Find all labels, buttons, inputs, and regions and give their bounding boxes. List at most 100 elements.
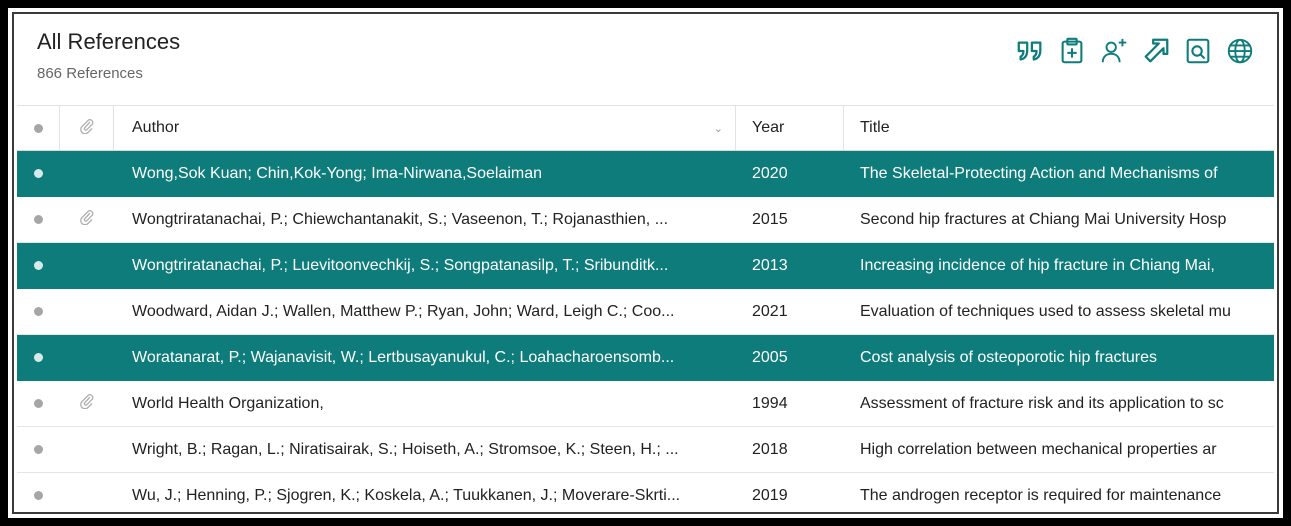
title-column-header[interactable]: Title [843,106,1274,150]
title-cell: The Skeletal-Protecting Action and Mecha… [843,151,1274,196]
author-cell: World Health Organization, [113,381,735,426]
find-pdf-icon[interactable] [1182,35,1214,67]
author-column-header[interactable]: Author ⌄ [113,106,735,150]
author-cell: Woratanarat, P.; Wajanavisit, W.; Lertbu… [113,335,735,380]
title-cell: Assessment of fracture risk and its appl… [843,381,1274,426]
year-text: 2005 [752,348,788,366]
year-cell: 2020 [735,151,843,196]
references-table: Author ⌄ Year Title Wong,Sok Kuan; Chin,… [17,105,1274,509]
share-arrow-icon[interactable] [1140,35,1172,67]
status-dot-icon [33,399,43,408]
read-status-cell [17,427,59,472]
title-cell: Evaluation of techniques used to assess … [843,289,1274,334]
toolbar [1014,35,1256,67]
author-cell: Woodward, Aidan J.; Wallen, Matthew P.; … [113,289,735,334]
author-cell: Wu, J.; Henning, P.; Sjogren, K.; Koskel… [113,473,735,509]
title-text: Cost analysis of osteoporotic hip fractu… [860,348,1158,366]
attachment-cell [59,381,113,426]
year-cell: 2018 [735,427,843,472]
year-text: 2019 [752,486,788,504]
table-header: Author ⌄ Year Title [17,105,1274,151]
attachment-column[interactable] [59,106,113,150]
attachment-cell [59,335,113,380]
status-dot-icon [33,353,43,362]
window-frame: All References 866 References Author ⌄ Y… [8,8,1283,518]
year-cell: 1994 [735,381,843,426]
read-status-cell [17,197,59,242]
title-text: The androgen receptor is required for ma… [860,486,1222,504]
attachment-cell [59,197,113,242]
title-cell: Second hip fractures at Chiang Mai Unive… [843,197,1274,242]
year-text: 2013 [752,256,788,274]
author-text: Wu, J.; Henning, P.; Sjogren, K.; Koskel… [132,486,681,504]
year-cell: 2013 [735,243,843,288]
read-status-cell [17,289,59,334]
reference-count: 866 References [37,65,143,82]
attachment-cell [59,473,113,509]
online-search-icon[interactable] [1224,35,1256,67]
panel-header: All References 866 References [17,17,1274,101]
read-status-cell [17,151,59,196]
read-status-column[interactable] [17,106,59,150]
table-row[interactable]: World Health Organization, 1994 Assessme… [17,381,1274,427]
chevron-down-icon[interactable]: ⌄ [714,122,723,135]
read-status-cell [17,473,59,509]
status-dot-icon [33,307,43,316]
table-row[interactable]: Wongtriratanachai, P.; Chiewchantanakit,… [17,197,1274,243]
year-cell: 2005 [735,335,843,380]
page-title: All References [37,29,181,54]
status-dot-icon [33,123,43,133]
paperclip-icon [79,118,95,139]
title-text: Increasing incidence of hip fracture in … [860,256,1215,274]
read-status-cell [17,243,59,288]
title-cell: Cost analysis of osteoporotic hip fractu… [843,335,1274,380]
author-text: Woratanarat, P.; Wajanavisit, W.; Lertbu… [132,348,675,366]
table-row[interactable]: Wu, J.; Henning, P.; Sjogren, K.; Koskel… [17,473,1274,509]
year-column-header[interactable]: Year [735,106,843,150]
table-row[interactable]: Wong,Sok Kuan; Chin,Kok-Yong; Ima-Nirwan… [17,151,1274,197]
references-panel: All References 866 References Author ⌄ Y… [17,17,1274,509]
status-dot-icon [33,491,43,500]
table-row[interactable]: Wright, B.; Ragan, L.; Niratisairak, S.;… [17,427,1274,473]
title-text: Evaluation of techniques used to assess … [860,302,1231,320]
author-header-label: Author [132,119,180,136]
author-text: Woodward, Aidan J.; Wallen, Matthew P.; … [132,302,675,320]
author-cell: Wong,Sok Kuan; Chin,Kok-Yong; Ima-Nirwan… [113,151,735,196]
title-header-label: Title [860,119,890,136]
year-text: 1994 [752,394,788,412]
table-row[interactable]: Woodward, Aidan J.; Wallen, Matthew P.; … [17,289,1274,335]
author-cell: Wright, B.; Ragan, L.; Niratisairak, S.;… [113,427,735,472]
author-text: World Health Organization, [132,394,324,412]
paperclip-icon[interactable] [79,393,95,414]
status-dot-icon [33,215,43,224]
title-cell: Increasing incidence of hip fracture in … [843,243,1274,288]
table-row[interactable]: Woratanarat, P.; Wajanavisit, W.; Lertbu… [17,335,1274,381]
year-cell: 2015 [735,197,843,242]
table-row[interactable]: Wongtriratanachai, P.; Luevitoonvechkij,… [17,243,1274,289]
title-cell: The androgen receptor is required for ma… [843,473,1274,509]
title-text: High correlation between mechanical prop… [860,440,1217,458]
title-text: The Skeletal-Protecting Action and Mecha… [860,164,1218,182]
author-text: Wong,Sok Kuan; Chin,Kok-Yong; Ima-Nirwan… [132,164,542,182]
author-text: Wright, B.; Ragan, L.; Niratisairak, S.;… [132,440,679,458]
title-cell: High correlation between mechanical prop… [843,427,1274,472]
read-status-cell [17,335,59,380]
year-text: 2018 [752,440,788,458]
attachment-cell [59,289,113,334]
year-cell: 2019 [735,473,843,509]
status-dot-icon [33,261,43,270]
year-text: 2020 [752,164,788,182]
attachment-cell [59,151,113,196]
clipboard-add-icon[interactable] [1056,35,1088,67]
year-cell: 2021 [735,289,843,334]
title-text: Assessment of fracture risk and its appl… [860,394,1224,412]
table-body: Wong,Sok Kuan; Chin,Kok-Yong; Ima-Nirwan… [17,151,1274,509]
add-user-icon[interactable] [1098,35,1130,67]
status-dot-icon [33,169,43,178]
author-cell: Wongtriratanachai, P.; Luevitoonvechkij,… [113,243,735,288]
paperclip-icon[interactable] [79,209,95,230]
attachment-cell [59,427,113,472]
year-text: 2015 [752,210,788,228]
title-text: Second hip fractures at Chiang Mai Unive… [860,210,1227,228]
quote-icon[interactable] [1014,35,1046,67]
